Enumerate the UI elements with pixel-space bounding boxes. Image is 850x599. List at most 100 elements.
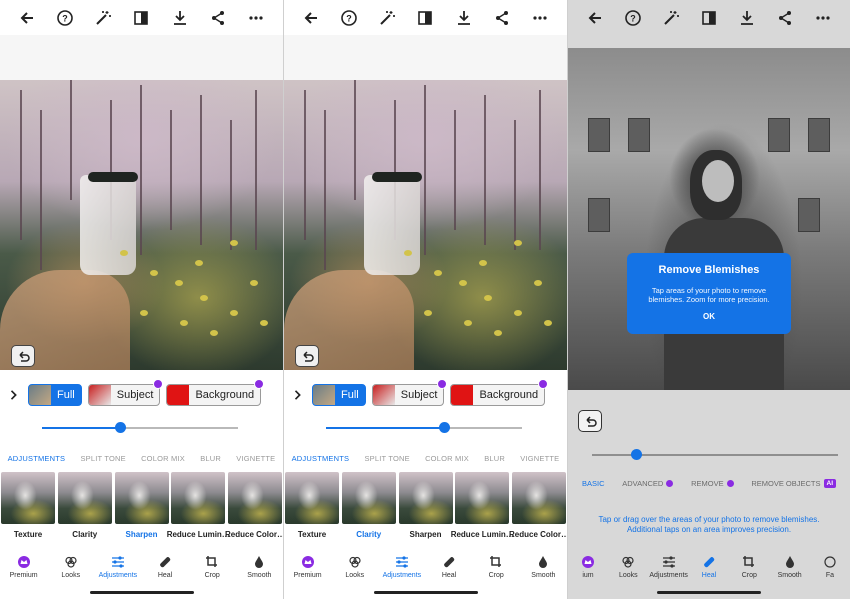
brush-size-slider[interactable] xyxy=(592,449,838,460)
category-tab-color-mix[interactable]: COLOR MIX xyxy=(425,454,469,463)
nav-crop[interactable]: Crop xyxy=(473,555,519,579)
compare-button[interactable] xyxy=(698,7,720,29)
share-button[interactable] xyxy=(774,7,796,29)
leaf-shape xyxy=(140,310,148,316)
mask-chip-background[interactable]: Background xyxy=(450,379,549,406)
nav-looks[interactable]: Looks xyxy=(608,555,648,579)
nav-heal[interactable]: Heal xyxy=(142,555,188,579)
category-tab-adjustments[interactable]: ADJUSTMENTS xyxy=(292,454,350,463)
magic-wand-button[interactable] xyxy=(376,7,398,29)
tool-reduce-color[interactable]: Reduce Color… xyxy=(509,472,567,544)
slider-knob[interactable] xyxy=(631,449,643,460)
more-button[interactable] xyxy=(812,7,834,29)
nav-looks[interactable]: Looks xyxy=(48,555,94,579)
tool-reduce-color[interactable]: Reduce Color… xyxy=(225,472,283,544)
nav-adjustments[interactable]: Adjustments xyxy=(649,555,689,579)
mask-chip-full[interactable]: Full xyxy=(312,384,366,406)
download-button[interactable] xyxy=(169,7,191,29)
nav-fa[interactable]: Fa xyxy=(810,555,850,579)
nav-crop[interactable]: Crop xyxy=(729,555,769,579)
slider-knob[interactable] xyxy=(438,422,450,433)
photo-canvas[interactable] xyxy=(0,80,283,370)
nav-heal[interactable]: Heal xyxy=(426,555,472,579)
nav-smooth[interactable]: Smooth xyxy=(520,555,566,579)
undo-button[interactable] xyxy=(11,345,35,367)
nav-premium[interactable]: Premium xyxy=(1,555,47,579)
nav-heal[interactable]: Heal xyxy=(689,555,729,579)
undo-button[interactable] xyxy=(295,345,319,367)
photo-canvas[interactable] xyxy=(284,80,567,370)
undo-button[interactable] xyxy=(578,410,602,432)
category-tab-adjustments[interactable]: ADJUSTMENTS xyxy=(8,454,66,463)
nav-crop[interactable]: Crop xyxy=(189,555,235,579)
category-tab-color-mix[interactable]: COLOR MIX xyxy=(141,454,185,463)
share-button[interactable] xyxy=(207,7,229,29)
premium-badge-icon xyxy=(538,379,549,389)
nav-ium[interactable]: ium xyxy=(568,555,608,579)
slider-knob[interactable] xyxy=(115,422,127,433)
nav-premium[interactable]: Premium xyxy=(285,555,331,579)
magic-wand-icon xyxy=(380,10,396,25)
nav-label: Looks xyxy=(618,572,638,579)
help-button[interactable]: ? xyxy=(622,7,644,29)
magic-wand-button[interactable] xyxy=(92,7,114,29)
more-button[interactable] xyxy=(529,7,551,29)
mask-chip-background[interactable]: Background xyxy=(166,379,265,406)
intensity-slider[interactable] xyxy=(42,422,238,433)
category-tab-vignette[interactable]: VIGNETTE xyxy=(236,454,275,463)
tool-reduce-lumin[interactable]: Reduce Lumin… xyxy=(167,472,230,544)
magic-wand-icon xyxy=(664,10,679,25)
nav-label: Heal xyxy=(701,572,717,579)
tool-sharpen[interactable]: Sharpen xyxy=(398,472,453,544)
tool-reduce-lumin[interactable]: Reduce Lumin… xyxy=(451,472,514,544)
heal-tab-advanced[interactable]: ADVANCED xyxy=(622,479,674,488)
help-button[interactable]: ? xyxy=(338,7,360,29)
download-button[interactable] xyxy=(736,7,758,29)
nav-label: Looks xyxy=(345,572,365,579)
magic-wand-button[interactable] xyxy=(660,7,682,29)
tool-clarity[interactable]: Clarity xyxy=(57,472,112,544)
back-arrow-button[interactable] xyxy=(584,7,606,29)
nav-looks[interactable]: Looks xyxy=(332,555,378,579)
leaf-shape xyxy=(464,320,472,326)
nav-smooth[interactable]: Smooth xyxy=(770,555,810,579)
download-button[interactable] xyxy=(453,7,475,29)
category-tab-vignette[interactable]: VIGNETTE xyxy=(520,454,559,463)
photo-canvas[interactable] xyxy=(568,48,850,390)
premium-badge-icon xyxy=(666,479,674,487)
back-arrow-button[interactable] xyxy=(16,7,38,29)
category-tab-split-tone[interactable]: SPLIT TONE xyxy=(80,454,125,463)
heal-tab-remove-objects[interactable]: REMOVE OBJECTS AI xyxy=(751,478,836,488)
heal-tab-remove[interactable]: REMOVE xyxy=(691,479,734,488)
tool-clarity[interactable]: Clarity xyxy=(341,472,396,544)
compare-button[interactable] xyxy=(414,7,436,29)
intensity-slider[interactable] xyxy=(326,422,522,433)
compare-button[interactable] xyxy=(130,7,152,29)
mask-chip-full[interactable]: Full xyxy=(28,384,82,406)
back-arrow-button[interactable] xyxy=(300,7,322,29)
share-button[interactable] xyxy=(491,7,513,29)
twig-shape xyxy=(70,80,72,200)
tool-thumbnail xyxy=(1,472,55,524)
dialog-ok-button[interactable]: OK xyxy=(627,312,791,321)
mask-chip-label: Subject xyxy=(116,389,154,401)
heal-tab-basic[interactable]: BASIC xyxy=(582,479,605,488)
mask-chip-subject[interactable]: Subject xyxy=(87,379,164,406)
more-button[interactable] xyxy=(245,7,267,29)
mask-chip-subject[interactable]: Subject xyxy=(371,379,448,406)
expand-masks-button[interactable] xyxy=(284,382,312,408)
nav-smooth[interactable]: Smooth xyxy=(236,555,282,579)
category-tab-blur[interactable]: BLUR xyxy=(484,454,505,463)
expand-masks-button[interactable] xyxy=(0,382,28,408)
tool-texture[interactable]: Texture xyxy=(1,472,55,544)
tool-sharpen[interactable]: Sharpen xyxy=(114,472,169,544)
category-tab-split-tone[interactable]: SPLIT TONE xyxy=(364,454,409,463)
nav-label: Heal xyxy=(157,572,173,579)
bandage-icon xyxy=(444,557,455,568)
nav-adjustments[interactable]: Adjustments xyxy=(379,555,425,579)
nav-adjustments[interactable]: Adjustments xyxy=(95,555,141,579)
leaf-shape xyxy=(210,330,218,336)
tool-texture[interactable]: Texture xyxy=(285,472,339,544)
help-button[interactable]: ? xyxy=(54,7,76,29)
category-tab-blur[interactable]: BLUR xyxy=(200,454,221,463)
